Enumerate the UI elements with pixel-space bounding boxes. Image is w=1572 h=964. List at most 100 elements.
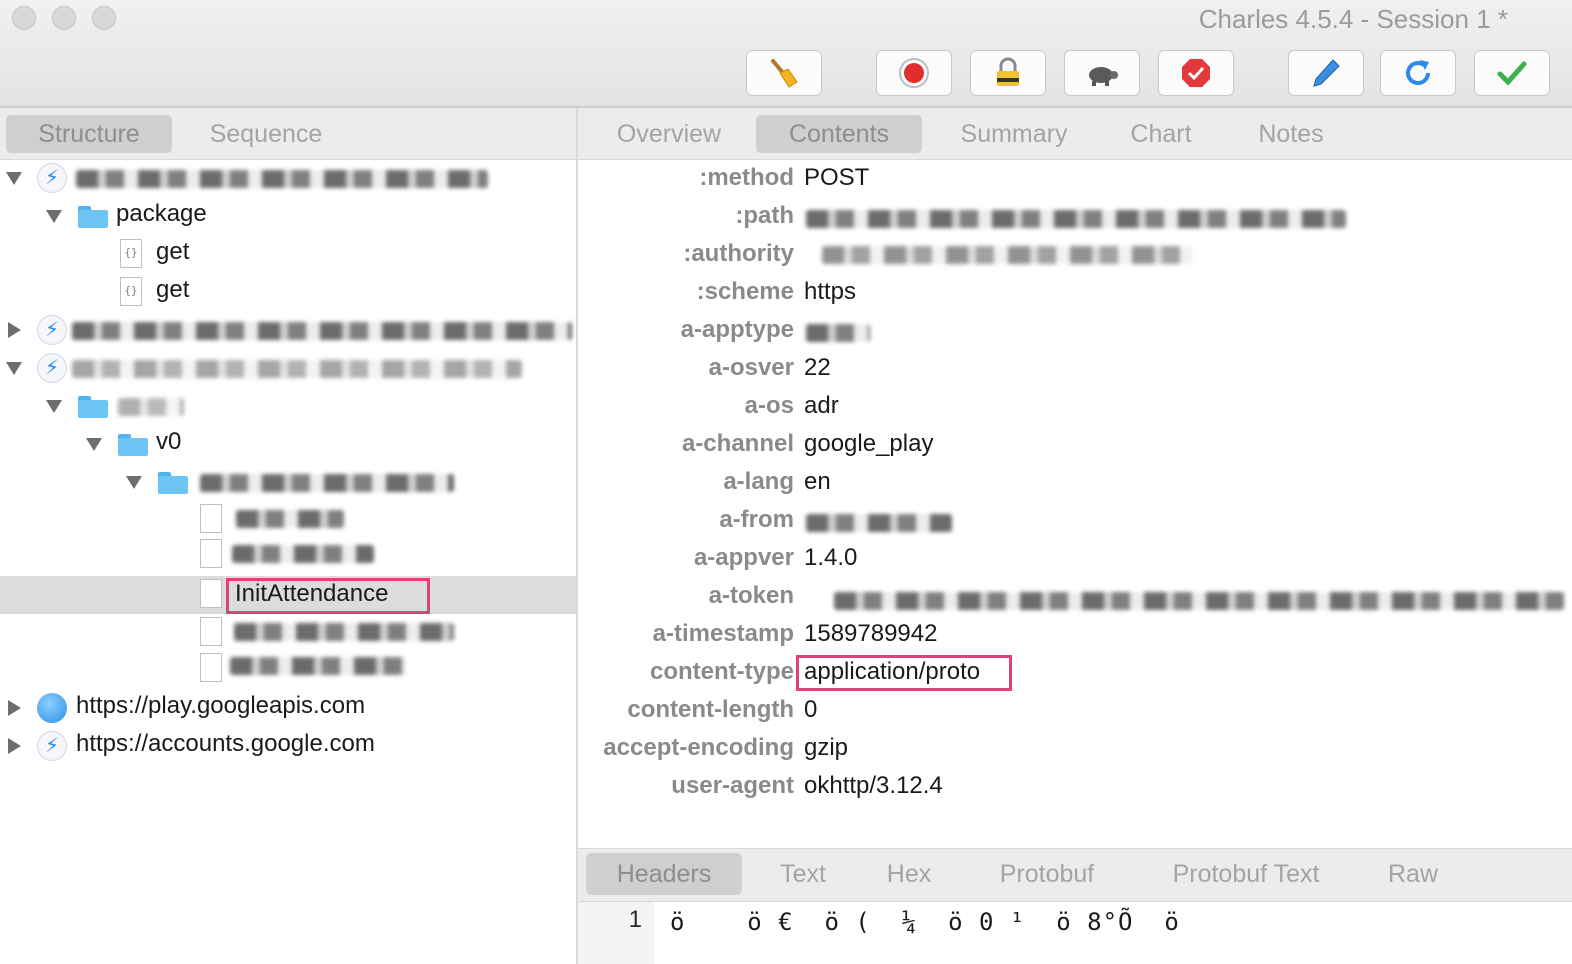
tab-overview[interactable]: Overview — [598, 115, 740, 153]
header-row[interactable]: a-apptype — [578, 312, 1572, 350]
header-row[interactable]: a-lang en — [578, 464, 1572, 502]
header-key: content-length — [627, 696, 794, 723]
header-key: :path — [735, 202, 794, 229]
header-row[interactable]: accept-encoding gzip — [578, 730, 1572, 768]
disclosure-open-icon[interactable] — [6, 172, 22, 185]
tree-row-folder[interactable]: v0 — [0, 426, 576, 464]
header-row[interactable]: content-length 0 — [578, 692, 1572, 730]
tree-label: v0 — [156, 428, 182, 455]
header-key: :scheme — [696, 278, 794, 305]
disclosure-closed-icon[interactable] — [8, 700, 21, 716]
redacted-value — [834, 592, 1564, 610]
disclosure-open-icon[interactable] — [126, 476, 142, 489]
tree-row-file-selected[interactable]: InitAttendance — [0, 576, 576, 614]
disclosure-open-icon[interactable] — [46, 210, 62, 223]
validate-button[interactable] — [1474, 50, 1550, 96]
disclosure-closed-icon[interactable] — [8, 738, 21, 754]
header-row[interactable]: a-os adr — [578, 388, 1572, 426]
header-row[interactable]: :scheme https — [578, 274, 1572, 312]
folder-icon — [118, 434, 148, 456]
header-row[interactable]: :method POST — [578, 160, 1572, 198]
tree-row-folder[interactable] — [0, 388, 576, 426]
tab-protobuf-text[interactable]: Protobuf Text — [1148, 853, 1344, 895]
body-text-view[interactable]: 1 ö ö € ö ( ¼ ö 0 ¹ ö 8°Õ ö — [578, 902, 1572, 964]
tree-label: package — [116, 200, 207, 227]
tab-chart[interactable]: Chart — [1112, 115, 1210, 153]
header-row[interactable]: a-osver 22 — [578, 350, 1572, 388]
header-key: a-channel — [681, 430, 794, 457]
tree-row-file[interactable] — [0, 650, 576, 686]
disclosure-open-icon[interactable] — [46, 400, 62, 413]
header-row[interactable]: :authority — [578, 236, 1572, 274]
folder-icon — [78, 206, 108, 228]
ssl-lock-icon — [997, 57, 1019, 86]
tab-raw[interactable]: Raw — [1370, 853, 1456, 895]
header-row[interactable]: a-token — [578, 578, 1572, 616]
tree-row-folder[interactable] — [0, 464, 576, 502]
breakpoints-button[interactable] — [1158, 50, 1234, 96]
tree-row-host[interactable]: ⚡ — [0, 312, 576, 350]
clear-session-button[interactable] — [746, 50, 822, 96]
window-title: Charles 4.5.4 - Session 1 * — [1198, 4, 1508, 34]
disclosure-open-icon[interactable] — [6, 362, 22, 375]
tree-row-file[interactable] — [0, 614, 576, 650]
throttle-button[interactable] — [1064, 50, 1140, 96]
tab-structure[interactable]: Structure — [6, 115, 172, 153]
validate-check-icon — [1497, 61, 1527, 86]
tab-headers[interactable]: Headers — [586, 853, 742, 895]
redacted-host — [76, 170, 488, 188]
tree-row-file[interactable] — [0, 502, 576, 536]
redacted-file — [234, 623, 454, 641]
header-key: :authority — [683, 240, 794, 267]
compose-button[interactable] — [1288, 50, 1364, 96]
file-icon — [200, 504, 222, 533]
header-key: :method — [699, 164, 794, 191]
record-button[interactable] — [876, 50, 952, 96]
header-value: google_play — [804, 430, 934, 457]
redacted-value — [822, 246, 1192, 264]
header-row[interactable]: a-timestamp 1589789942 — [578, 616, 1572, 654]
tab-contents[interactable]: Contents — [756, 115, 922, 153]
tab-summary[interactable]: Summary — [940, 115, 1088, 153]
tree-row-folder[interactable]: package — [0, 198, 576, 236]
json-file-icon: {} — [120, 239, 142, 268]
tree-row-host[interactable]: ⚡ — [0, 350, 576, 388]
tree-row-file[interactable]: {} get — [0, 274, 576, 312]
turtle-icon — [1089, 67, 1118, 86]
tree-row-file[interactable] — [0, 536, 576, 572]
tree-row-host[interactable]: ⚡ https://accounts.google.com — [0, 728, 576, 766]
tree-row-host[interactable]: https://play.googleapis.com — [0, 690, 576, 728]
file-icon — [200, 539, 222, 568]
header-key: accept-encoding — [603, 734, 794, 761]
disclosure-open-icon[interactable] — [86, 438, 102, 451]
tab-hex[interactable]: Hex — [868, 853, 950, 895]
header-row[interactable]: content-type application/proto — [578, 654, 1572, 692]
header-value: POST — [804, 164, 870, 191]
line-gutter: 1 — [578, 902, 654, 964]
tree-label: get — [156, 276, 190, 303]
header-key: a-timestamp — [652, 620, 794, 647]
header-row[interactable]: a-from — [578, 502, 1572, 540]
header-key: a-appver — [693, 544, 794, 571]
tab-sequence[interactable]: Sequence — [186, 115, 346, 153]
header-key: a-apptype — [680, 316, 794, 343]
header-row[interactable]: a-channel google_play — [578, 426, 1572, 464]
tab-text[interactable]: Text — [762, 853, 844, 895]
ssl-proxying-button[interactable] — [970, 50, 1046, 96]
header-row[interactable]: a-appver 1.4.0 — [578, 540, 1572, 578]
stop-icon — [1182, 59, 1210, 87]
highlight-box — [226, 578, 430, 614]
tab-protobuf[interactable]: Protobuf — [976, 853, 1118, 895]
body-tab-bar: Headers Text Hex Protobuf Protobuf Text … — [578, 848, 1572, 902]
disclosure-closed-icon[interactable] — [8, 322, 21, 338]
tab-notes[interactable]: Notes — [1238, 115, 1344, 153]
tree-row-file[interactable]: {} get — [0, 236, 576, 274]
file-icon — [200, 653, 222, 682]
tree-row-host[interactable]: ⚡ — [0, 160, 576, 198]
structure-tree: ⚡ package {} get {} get ⚡ ⚡ v0 InitAtten… — [0, 160, 576, 964]
header-row[interactable]: :path — [578, 198, 1572, 236]
globe-icon — [37, 693, 67, 723]
file-icon — [200, 579, 222, 608]
header-row[interactable]: user-agent okhttp/3.12.4 — [578, 768, 1572, 806]
repeat-button[interactable] — [1380, 50, 1456, 96]
